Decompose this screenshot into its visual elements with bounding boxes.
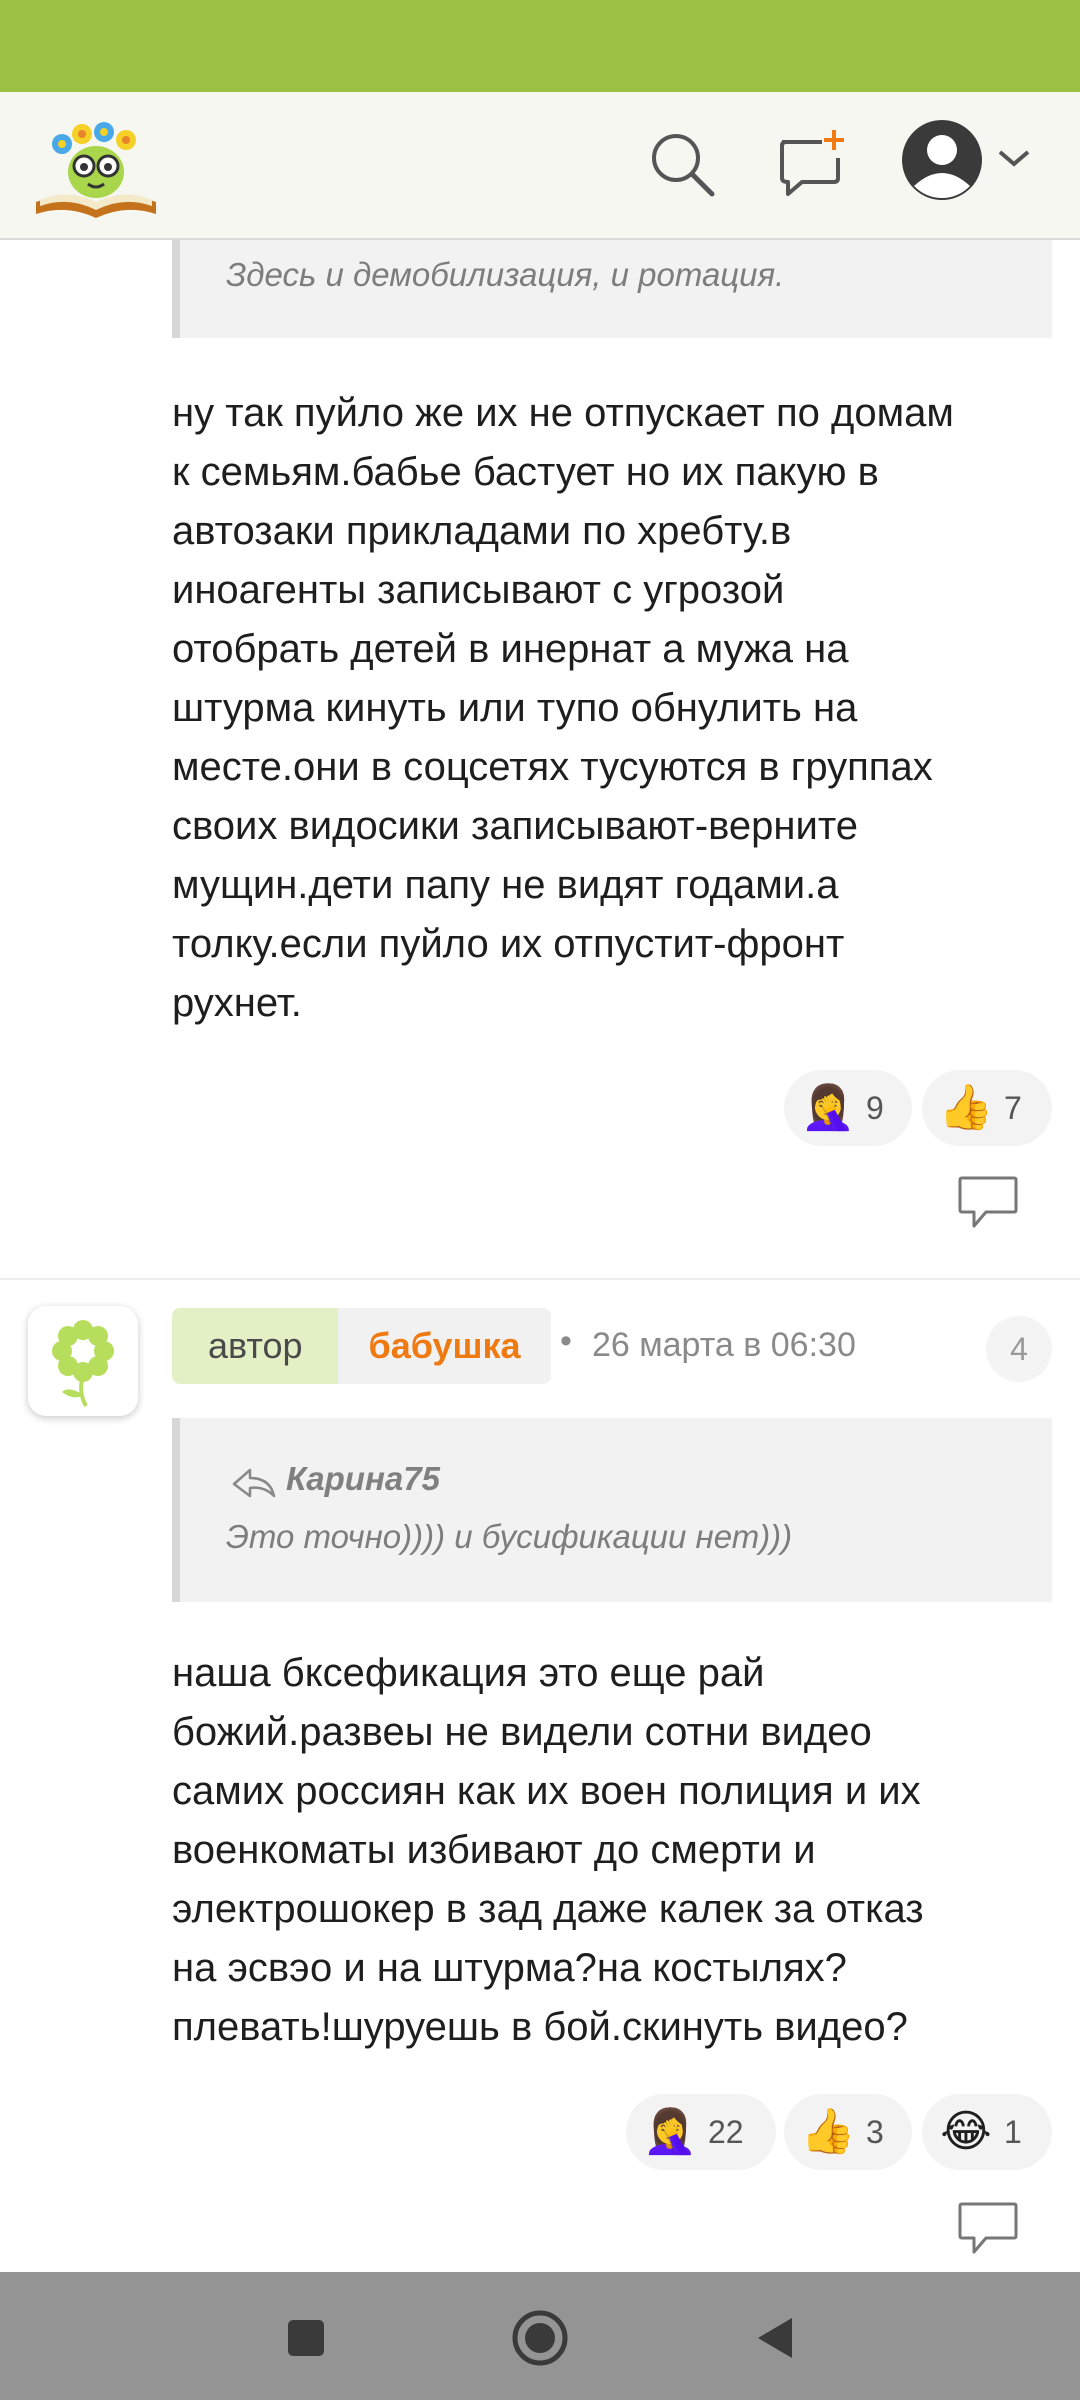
status-bar xyxy=(0,0,1080,92)
reaction-facepalm[interactable]: 🤦‍♀️ 9 xyxy=(784,1070,912,1146)
reaction-thumbs-up[interactable]: 👍 3 xyxy=(784,2094,912,2170)
chevron-down-icon xyxy=(998,150,1030,167)
reaction-count: 7 xyxy=(1004,1089,1022,1126)
comment-text: ну так пуйло же их не отпускает по домам… xyxy=(172,391,954,1025)
laughing-icon: 😂 xyxy=(940,2106,992,2157)
search-icon[interactable] xyxy=(646,128,718,200)
role-badge: автор xyxy=(172,1308,339,1384)
home-icon[interactable] xyxy=(510,2308,570,2368)
separator-dot: • xyxy=(560,1322,572,1360)
reply-counter-badge[interactable]: 4 xyxy=(986,1316,1052,1382)
facepalm-icon: 🤦‍♀️ xyxy=(800,1082,856,1133)
reaction-count: 1 xyxy=(1004,2113,1022,2150)
top-app-bar xyxy=(0,92,1080,240)
reply-arrow-icon xyxy=(232,1468,276,1498)
reaction-laughing[interactable]: 😂 1 xyxy=(922,2094,1052,2170)
reaction-count: 9 xyxy=(866,1089,884,1126)
profile-menu[interactable] xyxy=(900,118,1040,214)
quote-block: Здесь и демобилизация, и ротация. xyxy=(172,240,1052,338)
reaction-count: 3 xyxy=(866,2113,884,2150)
stop-icon[interactable] xyxy=(284,2316,328,2360)
system-navigation-bar xyxy=(0,2272,1080,2400)
avatar[interactable] xyxy=(28,1306,138,1416)
reaction-count: 22 xyxy=(708,2113,744,2150)
quote-text: Это точно)))) и бусификации нет))) xyxy=(226,1518,793,1555)
timestamp[interactable]: 26 марта в 06:30 xyxy=(592,1326,856,1365)
quote-text: Здесь и демобилизация, и ротация. xyxy=(226,256,785,293)
thumbs-up-icon: 👍 xyxy=(938,1082,994,1133)
back-icon[interactable] xyxy=(752,2314,796,2362)
new-post-icon[interactable] xyxy=(776,128,848,200)
comment-divider xyxy=(0,1278,1080,1280)
reaction-facepalm[interactable]: 🤦‍♀️ 22 xyxy=(626,2094,776,2170)
facepalm-icon: 🤦‍♀️ xyxy=(642,2106,698,2157)
comment-text: наша бксефикация это еще рай божий.разве… xyxy=(172,1651,924,2049)
comment-icon[interactable] xyxy=(956,1174,1020,1230)
reaction-thumbs-up[interactable]: 👍 7 xyxy=(922,1070,1052,1146)
logo-icon[interactable] xyxy=(32,110,160,222)
username[interactable]: бабушка xyxy=(338,1308,551,1384)
avatar-icon xyxy=(902,120,982,200)
comment-icon[interactable] xyxy=(956,2200,1020,2256)
quote-author[interactable]: Карина75 xyxy=(286,1460,440,1498)
quote-block: Карина75 Это точно)))) и бусификации нет… xyxy=(172,1418,1052,1602)
user-tag[interactable]: автор бабушка xyxy=(172,1308,551,1384)
thumbs-up-icon: 👍 xyxy=(800,2106,856,2157)
